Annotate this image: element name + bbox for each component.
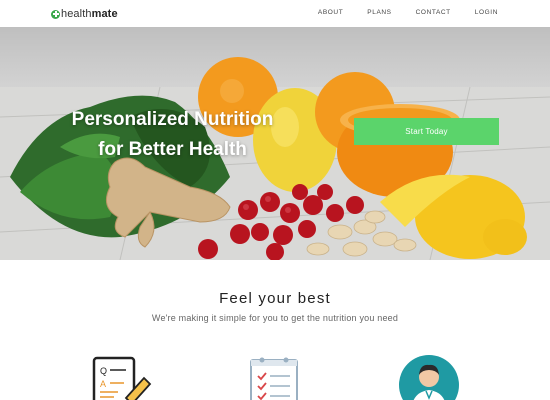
hero-heading: Personalized Nutrition for Better Health	[0, 105, 345, 165]
nav-about[interactable]: ABOUT	[318, 9, 343, 17]
nav-login[interactable]: LOGIN	[475, 9, 498, 17]
hero-banner: Personalized Nutrition for Better Health…	[0, 27, 550, 260]
doctor-icon	[399, 355, 459, 400]
checklist-icon	[250, 357, 298, 400]
questionnaire-icon: Q A	[92, 356, 152, 400]
hero-heading-line2: for Better Health	[98, 139, 247, 160]
nav-contact[interactable]: CONTACT	[416, 9, 451, 17]
top-navbar: healthmate ABOUT PLANS CONTACT LOGIN	[0, 0, 550, 27]
svg-text:A: A	[100, 379, 106, 389]
features-title: Feel your best	[219, 290, 331, 307]
features-subtitle: We're making it simple for you to get th…	[151, 313, 399, 323]
main-nav: ABOUT PLANS CONTACT LOGIN	[294, 9, 498, 17]
hero-heading-line1: Personalized Nutrition	[71, 109, 274, 130]
brand-name: healthmate	[61, 8, 118, 20]
start-today-button[interactable]: Start Today	[354, 118, 499, 145]
brand-logo[interactable]: healthmate	[51, 8, 118, 20]
nav-plans[interactable]: PLANS	[367, 9, 391, 17]
svg-text:Q: Q	[100, 366, 107, 376]
plus-icon	[51, 9, 60, 19]
